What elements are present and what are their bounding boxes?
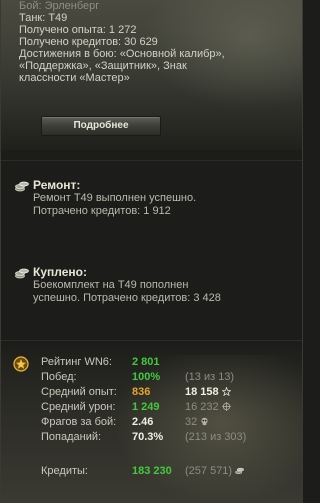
battle-result-panel: Бой: Эрленберг Танк: T49 Получено опыта:… (0, 0, 303, 503)
credits-extra: (257 571) (185, 465, 233, 477)
battle-xp-line: Получено опыта: 1 272 (19, 24, 137, 36)
battle-tank-line: Танк: T49 (19, 12, 68, 24)
repair-line-1: Ремонт T49 выполнен успешно. (33, 192, 197, 204)
stat-row-avg-xp: Средний опыт: 836 18 158 (41, 386, 296, 400)
stat-row-hits: Попаданий: 70.3% (213 из 303) (41, 431, 296, 445)
battle-achievements-line-3: классности «Мастер» (19, 72, 130, 84)
frags-extra: 32 (185, 416, 198, 428)
battle-achievements-line: Достижения в бою: «Основной калибр», (19, 48, 225, 60)
purchase-title: Куплено: (33, 265, 87, 279)
coins-icon (15, 181, 29, 192)
purchase-line-2: успешно. Потрачено кредитов: 3 428 (33, 292, 221, 304)
coins-icon (15, 268, 29, 279)
hits-extra: (213 из 303) (185, 431, 247, 443)
avg-xp-label: Средний опыт: (41, 386, 117, 398)
credits-extra-group: (257 571) (185, 465, 244, 477)
repair-title: Ремонт: (33, 178, 81, 192)
skull-icon (201, 417, 208, 426)
avg-xp-extra: 18 158 (185, 386, 219, 398)
wins-label: Побед: (41, 371, 77, 383)
stat-row-credits: Кредиты: 183 230 (257 571) (41, 465, 296, 479)
divider (1, 340, 302, 341)
divider (1, 160, 302, 161)
frags-label: Фрагов за бой: (41, 416, 117, 428)
avg-dmg-value: 1 249 (132, 401, 160, 413)
stat-row-frags: Фрагов за бой: 2.46 32 (41, 416, 296, 430)
frags-extra-group: 32 (185, 416, 209, 428)
wins-extra: (13 из 13) (185, 371, 235, 383)
battle-info-section: Бой: Эрленберг Танк: T49 Получено опыта:… (1, 0, 302, 150)
purchase-block: Куплено: Боекомплект на T49 пополнен усп… (15, 265, 295, 305)
wins-value: 100% (132, 371, 161, 383)
details-button[interactable]: Подробнее (41, 116, 161, 136)
target-icon (221, 402, 231, 411)
hits-value: 70.3% (132, 431, 164, 443)
battle-credits-line: Получено кредитов: 30 629 (19, 36, 158, 48)
stat-row-wins: Побед: 100% (13 из 13) (41, 371, 296, 385)
hits-label: Попаданий: (41, 431, 102, 443)
credits-label: Кредиты: (41, 465, 88, 477)
battle-map-line: Бой: Эрленберг (19, 0, 100, 12)
purchase-line-1: Боекомплект на T49 пополнен (33, 279, 189, 291)
wn6-label: Рейтинг WN6: (41, 356, 112, 368)
coins-icon (235, 467, 244, 475)
avg-dmg-extra: 16 232 (185, 401, 219, 413)
stat-row-avg-dmg: Средний урон: 1 249 16 232 (41, 401, 296, 415)
avg-dmg-extra-group: 16 232 (185, 401, 231, 413)
avg-xp-value: 836 (132, 386, 151, 398)
frags-value: 2.46 (132, 416, 154, 428)
rating-medal-icon (13, 356, 29, 372)
credits-value: 183 230 (132, 465, 172, 477)
wn6-value: 2 801 (132, 356, 160, 368)
avg-dmg-label: Средний урон: (41, 401, 116, 413)
avg-xp-extra-group: 18 158 (185, 386, 231, 398)
stat-row-wn6: Рейтинг WN6: 2 801 (41, 356, 296, 370)
battle-info-text: Бой: Эрленберг Танк: T49 Получено опыта:… (19, 0, 289, 84)
star-icon (221, 387, 231, 396)
repair-line-2: Потрачено кредитов: 1 912 (33, 205, 171, 217)
battle-achievements-line-2: «Поддержка», «Защитник», Знак (19, 60, 187, 72)
repair-block: Ремонт: Ремонт T49 выполнен успешно. Пот… (15, 178, 295, 218)
